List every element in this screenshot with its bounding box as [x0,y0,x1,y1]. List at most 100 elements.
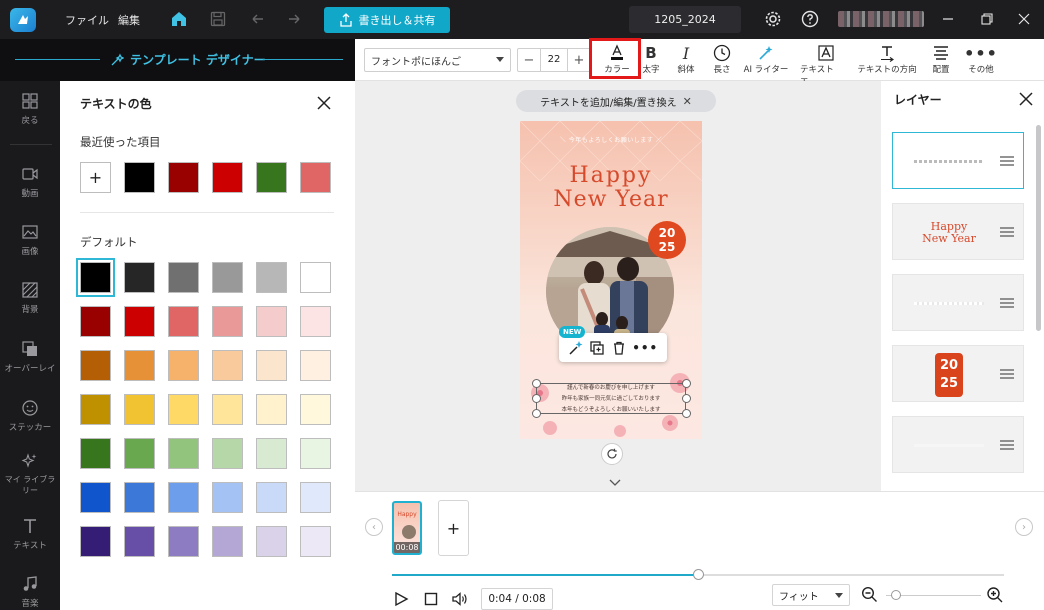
gear-icon[interactable] [764,10,782,28]
default-color-swatch[interactable] [168,262,199,293]
tool-align[interactable]: 配置 [929,43,953,75]
default-color-swatch[interactable] [168,350,199,381]
default-color-swatch[interactable] [124,438,155,469]
default-color-swatch[interactable] [80,526,111,557]
project-name[interactable]: 1205_2024 [629,6,741,33]
recent-color-swatch[interactable] [256,162,287,193]
default-color-swatch[interactable] [300,262,331,293]
default-color-swatch[interactable] [80,306,111,337]
menu-edit[interactable]: 編集 [118,12,140,28]
drag-handle-icon[interactable] [1000,155,1014,167]
card-year-badge[interactable]: 20 25 [648,221,686,259]
tool-ai-writer[interactable]: AI ライター [742,43,790,75]
font-size-value[interactable]: 22 [540,49,568,71]
drag-handle-icon[interactable] [1000,226,1014,238]
default-color-swatch[interactable] [300,350,331,381]
rail-text[interactable]: テキスト [0,517,60,551]
tool-text-direction[interactable]: テキストの方向 [857,43,917,75]
default-color-swatch[interactable] [256,262,287,293]
home-icon[interactable] [169,9,189,29]
default-color-swatch[interactable] [212,482,243,513]
layer-scrollbar[interactable] [1036,125,1041,331]
zoom-in-icon[interactable] [986,586,1004,604]
playback-track[interactable] [392,569,1004,580]
default-color-swatch[interactable] [256,482,287,513]
rail-library[interactable]: マイ ライブラリー [0,452,60,496]
default-color-swatch[interactable] [168,482,199,513]
default-color-swatch[interactable] [124,526,155,557]
close-icon[interactable] [316,95,332,111]
rail-image[interactable]: 画像 [0,223,60,257]
default-color-swatch[interactable] [124,394,155,425]
resize-handle-bl[interactable] [532,409,541,418]
default-color-swatch[interactable] [168,526,199,557]
selection-box[interactable] [536,383,686,414]
add-clip-button[interactable]: + [438,500,469,556]
recent-color-swatch[interactable] [300,162,331,193]
default-color-swatch[interactable] [212,394,243,425]
drag-handle-icon[interactable] [1000,439,1014,451]
card-happy-text[interactable]: Happy [520,163,702,188]
default-color-swatch[interactable] [256,394,287,425]
default-color-swatch[interactable] [300,394,331,425]
close-window-icon[interactable] [1016,11,1032,27]
resize-handle-ml[interactable] [532,394,541,403]
help-icon[interactable] [801,10,819,28]
rail-sticker[interactable]: ステッカー [0,399,60,433]
close-icon[interactable] [1018,91,1034,107]
layer-item[interactable]: Happy New Year [892,203,1024,260]
chip-close-icon[interactable]: ✕ [683,95,692,108]
rail-back[interactable]: 戻る [0,92,60,126]
font-select[interactable]: フォントポにほんご [364,48,511,72]
playhead-knob[interactable] [693,569,704,580]
recent-color-swatch[interactable] [168,162,199,193]
default-color-swatch[interactable] [80,394,111,425]
tool-duration[interactable]: 長さ [709,43,735,75]
default-color-swatch[interactable] [124,262,155,293]
default-color-swatch[interactable] [168,306,199,337]
default-color-swatch[interactable] [300,526,331,557]
more-options-icon[interactable]: ••• [632,341,658,355]
tool-more[interactable]: ••• その他 [964,43,997,76]
zoom-fit-select[interactable]: フィット [772,584,850,606]
zoom-slider-knob[interactable] [891,590,901,600]
default-color-swatch[interactable] [124,306,155,337]
undo-icon[interactable] [249,10,267,28]
recent-color-swatch[interactable] [124,162,155,193]
default-color-swatch[interactable] [300,482,331,513]
clip-thumbnail[interactable]: Happy 00:08 [392,501,422,555]
default-color-swatch[interactable] [300,306,331,337]
drag-handle-icon[interactable] [1000,368,1014,380]
default-color-swatch[interactable] [256,306,287,337]
default-color-swatch[interactable] [80,438,111,469]
app-logo[interactable] [10,8,36,32]
stop-icon[interactable] [423,591,439,607]
timeline-prev-button[interactable]: ‹ [365,518,383,536]
drag-handle-icon[interactable] [1000,297,1014,309]
default-color-swatch[interactable] [256,438,287,469]
default-color-swatch[interactable] [212,526,243,557]
tool-bold[interactable]: B 太字 [639,43,663,75]
default-color-swatch[interactable] [212,350,243,381]
tool-italic[interactable]: I 斜体 [673,43,699,76]
user-account[interactable] [838,11,924,27]
rotate-button[interactable] [601,443,623,465]
rail-background[interactable]: 背景 [0,281,60,315]
rail-overlay[interactable]: オーバーレイ [0,340,60,374]
menu-file[interactable]: ファイル [65,12,109,28]
font-size-decrease[interactable]: − [518,53,540,68]
zoom-slider[interactable] [886,590,981,600]
volume-icon[interactable] [451,591,469,607]
default-color-swatch[interactable] [212,262,243,293]
layer-item[interactable] [892,274,1024,331]
trash-icon[interactable] [611,340,627,356]
redo-icon[interactable] [285,10,303,28]
add-custom-color-button[interactable]: + [80,162,111,193]
resize-handle-tl[interactable] [532,379,541,388]
minimize-icon[interactable] [940,11,956,27]
default-color-swatch[interactable] [300,438,331,469]
layer-item[interactable]: 20 25 [892,345,1024,402]
save-icon[interactable] [209,10,227,28]
duplicate-icon[interactable] [589,340,605,356]
export-share-button[interactable]: 書き出し＆共有 [324,7,450,33]
